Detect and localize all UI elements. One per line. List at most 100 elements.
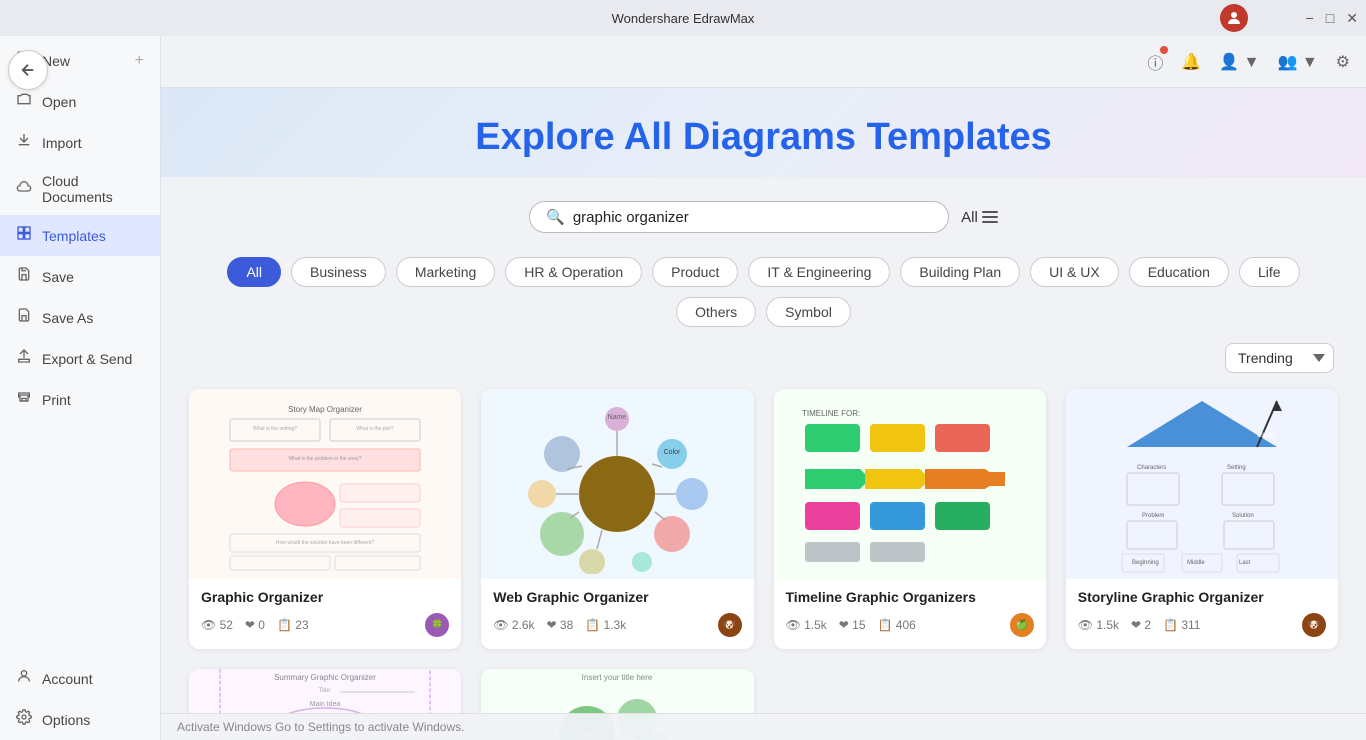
- card-thumb: TIMELINE FOR:: [774, 389, 1046, 579]
- sidebar: New + Open Import Cloud Documents Templa…: [0, 36, 161, 740]
- card-web-graphic-organizer[interactable]: Name Color Web Graphic Organizer 👁 2.6k …: [481, 389, 753, 649]
- svg-text:Last: Last: [1239, 560, 1251, 566]
- sidebar-item-label: Open: [42, 94, 76, 110]
- print-icon: [16, 389, 32, 410]
- filter-tag-it[interactable]: IT & Engineering: [748, 257, 890, 287]
- svg-text:Title:: Title:: [319, 688, 332, 694]
- hero-section: Explore All Diagrams Templates: [161, 88, 1366, 177]
- sidebar-item-cloud[interactable]: Cloud Documents: [0, 163, 160, 215]
- likes: ❤ 38: [547, 618, 574, 632]
- svg-text:Main Idea: Main Idea: [310, 701, 341, 708]
- copies: 📋 406: [878, 618, 916, 632]
- sidebar-item-label: Save As: [42, 310, 93, 326]
- filter-tag-others[interactable]: Others: [676, 297, 756, 327]
- toolbar: ⓘ 🔔 👤 ▼ 👥 ▼ ⚙: [161, 36, 1366, 88]
- sidebar-item-label: Export & Send: [42, 351, 132, 367]
- open-icon: [16, 91, 32, 112]
- card-meta: 👁 52 ❤ 0 📋 23 🍀: [201, 613, 449, 637]
- window-controls[interactable]: − □ ✕: [1306, 10, 1358, 27]
- card-storyline-graphic-organizer[interactable]: Climax Characters Setting Problem Soluti…: [1066, 389, 1338, 649]
- minimize-btn[interactable]: −: [1306, 10, 1314, 26]
- svg-text:Characters: Characters: [1137, 465, 1166, 471]
- card-title: Storyline Graphic Organizer: [1078, 589, 1326, 605]
- sidebar-item-options[interactable]: Options: [0, 699, 160, 740]
- svg-text:Color: Color: [664, 449, 681, 456]
- account-icon: [16, 668, 32, 689]
- search-input[interactable]: [573, 209, 932, 226]
- sidebar-item-save[interactable]: Save: [0, 256, 160, 297]
- sidebar-item-account[interactable]: Account: [0, 658, 160, 699]
- activate-windows-text: Activate Windows: [177, 720, 272, 734]
- likes: ❤ 2: [1131, 618, 1151, 632]
- svg-text:What is the plot?: What is the plot?: [357, 426, 394, 432]
- filter-tag-life[interactable]: Life: [1239, 257, 1300, 287]
- card-info: Storyline Graphic Organizer 👁 1.5k ❤ 2 📋…: [1066, 579, 1338, 649]
- sidebar-item-templates[interactable]: Templates: [0, 215, 160, 256]
- user-avatar[interactable]: [1220, 4, 1248, 32]
- filter-tag-ui[interactable]: UI & UX: [1030, 257, 1119, 287]
- sidebar-item-import[interactable]: Import: [0, 122, 160, 163]
- svg-text:Climax: Climax: [1257, 433, 1275, 439]
- filter-tag-symbol[interactable]: Symbol: [766, 297, 851, 327]
- trending-wrap: Trending Newest Most Used: [161, 327, 1366, 373]
- svg-text:Summary Graphic Organizer: Summary Graphic Organizer: [274, 673, 376, 682]
- trending-select[interactable]: Trending Newest Most Used: [1225, 343, 1334, 373]
- card-thumb: Climax Characters Setting Problem Soluti…: [1066, 389, 1338, 579]
- sidebar-item-label: Import: [42, 135, 82, 151]
- cards-grid: Story Map Organizer What is the setting?…: [161, 373, 1366, 740]
- sidebar-item-label: Templates: [42, 228, 106, 244]
- svg-text:TIMELINE FOR:: TIMELINE FOR:: [802, 409, 860, 418]
- filter-tag-hr[interactable]: HR & Operation: [505, 257, 642, 287]
- filter-tag-product[interactable]: Product: [652, 257, 738, 287]
- card-avatar: 🍏: [1010, 613, 1034, 637]
- all-filter-btn[interactable]: All: [961, 209, 998, 226]
- maximize-btn[interactable]: □: [1326, 10, 1334, 26]
- hero-text-colored: All Diagrams Templates: [624, 116, 1052, 158]
- notification-icon[interactable]: 🔔: [1181, 52, 1201, 72]
- app-title: Wondershare EdrawMax: [612, 11, 755, 26]
- filter-tag-marketing[interactable]: Marketing: [396, 257, 495, 287]
- search-icon: 🔍: [546, 208, 565, 226]
- svg-text:Setting: Setting: [1227, 465, 1246, 471]
- sidebar-item-save-as[interactable]: Save As: [0, 297, 160, 338]
- svg-text:Beginning: Beginning: [1132, 560, 1159, 566]
- hero-title: Explore All Diagrams Templates: [161, 116, 1366, 159]
- card-info: Graphic Organizer 👁 52 ❤ 0 📋 23 🍀: [189, 579, 461, 649]
- activate-windows-banner: Activate Windows Go to Settings to activ…: [161, 713, 1366, 740]
- sidebar-item-export[interactable]: Export & Send: [0, 338, 160, 379]
- svg-text:What is the problem in the sto: What is the problem in the story?: [289, 456, 362, 462]
- back-button[interactable]: [8, 50, 48, 90]
- card-meta: 👁 2.6k ❤ 38 📋 1.3k 🐶: [493, 613, 741, 637]
- search-bar: 🔍: [529, 201, 949, 233]
- options-icon: [16, 709, 32, 730]
- filter-tag-business[interactable]: Business: [291, 257, 386, 287]
- card-title: Timeline Graphic Organizers: [786, 589, 1034, 605]
- card-timeline-graphic-organizers[interactable]: TIMELINE FOR:: [774, 389, 1046, 649]
- help-icon[interactable]: ⓘ: [1147, 50, 1163, 74]
- svg-text:Insert your title here: Insert your title here: [582, 673, 653, 682]
- plus-icon: +: [135, 52, 144, 70]
- filter-tag-building[interactable]: Building Plan: [900, 257, 1020, 287]
- views: 👁 2.6k: [493, 618, 534, 632]
- cloud-icon: [16, 179, 32, 200]
- copies: 📋 311: [1163, 618, 1200, 632]
- svg-text:Middle: Middle: [1187, 560, 1205, 566]
- card-thumb: Story Map Organizer What is the setting?…: [189, 389, 461, 579]
- filter-tag-all[interactable]: All: [227, 257, 281, 287]
- sidebar-item-print[interactable]: Print: [0, 379, 160, 420]
- all-label: All: [961, 209, 978, 226]
- sidebar-item-label: Options: [42, 712, 90, 728]
- card-avatar: 🐶: [718, 613, 742, 637]
- svg-text:What is the setting?: What is the setting?: [253, 426, 297, 432]
- card-info: Web Graphic Organizer 👁 2.6k ❤ 38 📋 1.3k…: [481, 579, 753, 649]
- views: 👁 1.5k: [1078, 618, 1119, 632]
- filter-tag-education[interactable]: Education: [1129, 257, 1229, 287]
- copies: 📋 1.3k: [585, 618, 626, 632]
- close-btn[interactable]: ✕: [1346, 10, 1358, 27]
- toolbar-icons: ⓘ 🔔 👤 ▼ 👥 ▼ ⚙: [1147, 50, 1350, 74]
- profile-menu-icon[interactable]: 👥 ▼: [1277, 52, 1317, 72]
- svg-text:Name: Name: [608, 414, 627, 421]
- card-graphic-organizer[interactable]: Story Map Organizer What is the setting?…: [189, 389, 461, 649]
- user-menu-icon[interactable]: 👤 ▼: [1219, 52, 1259, 72]
- settings-icon[interactable]: ⚙: [1336, 52, 1350, 72]
